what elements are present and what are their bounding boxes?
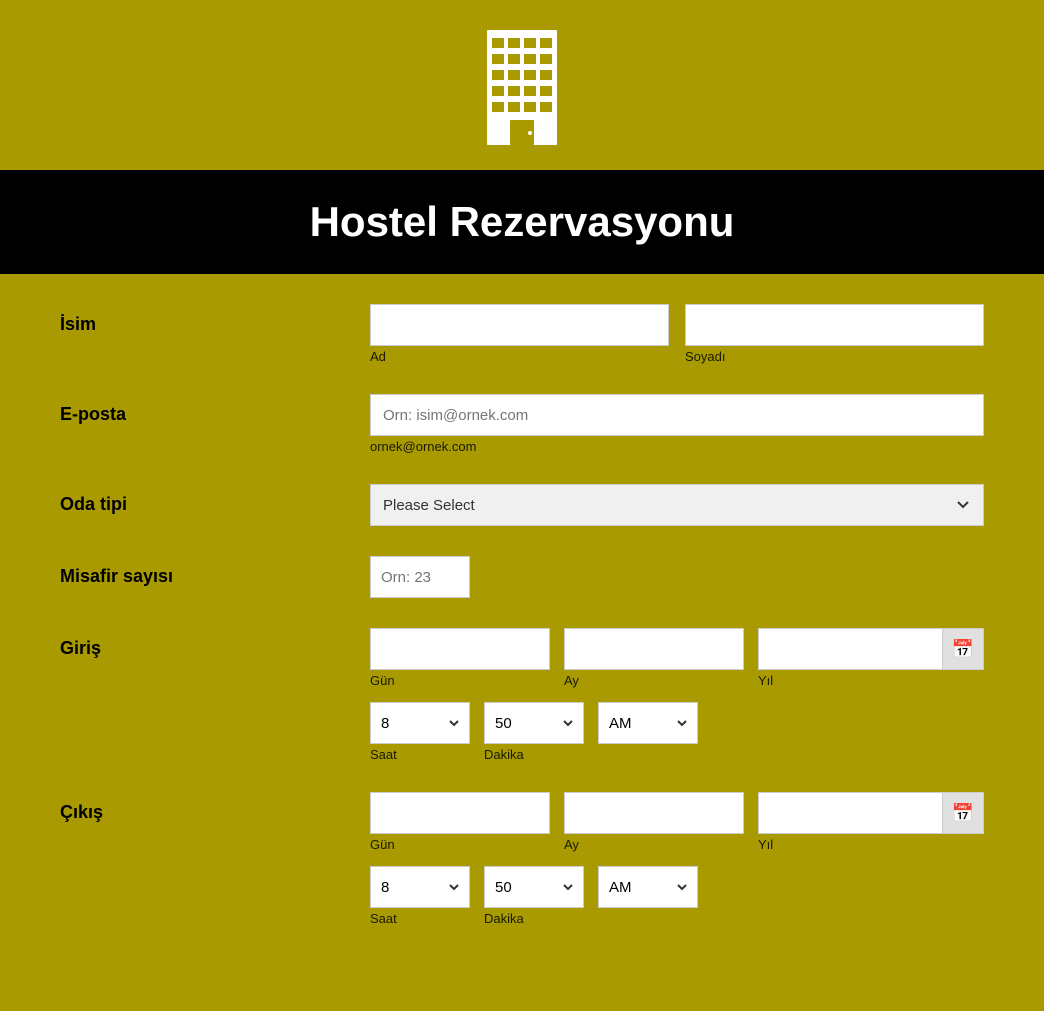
checkin-fields: 14 Gün 12 Ay 2023 📅 (370, 628, 984, 762)
last-name-hint: Soyadı (685, 349, 984, 364)
checkout-year-group: 2023 📅 Yıl (758, 792, 984, 852)
guest-count-label: Misafir sayısı (60, 556, 370, 587)
checkin-minute-hint: Dakika (484, 747, 584, 762)
checkin-minute-select[interactable]: 00051015 20253035 40455055 (484, 702, 584, 744)
checkout-fields: 14 Gün 12 Ay 2023 📅 (370, 792, 984, 926)
email-row: E-posta ornek@ornek.com (60, 394, 984, 454)
checkout-month-wrapper: 12 (564, 792, 744, 834)
checkin-year-wrapper: 2023 📅 (758, 628, 984, 670)
room-type-row: Oda tipi Please Select Single Room Doubl… (60, 484, 984, 526)
checkin-month-input[interactable]: 12 (564, 628, 744, 670)
checkout-minute-select[interactable]: 00051015 20253035 40455055 (484, 866, 584, 908)
page-title: Hostel Rezervasyonu (0, 198, 1044, 246)
title-bar: Hostel Rezervasyonu (0, 170, 1044, 274)
checkout-minute-hint: Dakika (484, 911, 584, 926)
checkout-day-wrapper: 14 (370, 792, 550, 834)
checkin-day-hint: Gün (370, 673, 550, 688)
checkout-day-input[interactable]: 14 (370, 792, 550, 834)
email-field-group: ornek@ornek.com (370, 394, 984, 454)
room-type-label: Oda tipi (60, 484, 370, 515)
checkout-month-hint: Ay (564, 837, 744, 852)
checkout-day-group: 14 Gün (370, 792, 550, 852)
checkout-time-fields: 1234 5678 9101112 Saat 00051015 20253035… (370, 866, 984, 926)
checkout-row: Çıkış 14 Gün 12 Ay 2023 (60, 792, 984, 926)
checkin-day-wrapper: 14 (370, 628, 550, 670)
email-fields: ornek@ornek.com (370, 394, 984, 454)
checkin-year-hint: Yıl (758, 673, 984, 688)
checkout-ampm-group: AM PM (598, 866, 698, 926)
checkout-year-wrapper: 2023 📅 (758, 792, 984, 834)
room-type-select[interactable]: Please Select Single Room Double Room Do… (370, 484, 984, 526)
email-hint: ornek@ornek.com (370, 439, 984, 454)
checkin-day-input[interactable]: 14 (370, 628, 550, 670)
checkout-label: Çıkış (60, 792, 370, 823)
checkin-day-group: 14 Gün (370, 628, 550, 688)
guest-count-input[interactable] (370, 556, 470, 598)
checkin-month-hint: Ay (564, 673, 744, 688)
building-icon (482, 20, 562, 150)
first-name-hint: Ad (370, 349, 669, 364)
checkin-minute-group: 00051015 20253035 40455055 Dakika (484, 702, 584, 762)
checkin-ampm-group: AM PM (598, 702, 698, 762)
header-logo-area (0, 0, 1044, 170)
checkout-ampm-select[interactable]: AM PM (598, 866, 698, 908)
checkout-calendar-icon: 📅 (952, 803, 974, 824)
guest-count-fields (370, 556, 984, 598)
checkin-calendar-icon: 📅 (952, 639, 974, 660)
checkout-minute-group: 00051015 20253035 40455055 Dakika (484, 866, 584, 926)
checkout-year-hint: Yıl (758, 837, 984, 852)
checkout-month-group: 12 Ay (564, 792, 744, 852)
last-name-group: Soyadı (685, 304, 984, 364)
checkout-hour-select[interactable]: 1234 5678 9101112 (370, 866, 470, 908)
name-label: İsim (60, 304, 370, 335)
checkout-hour-hint: Saat (370, 911, 470, 926)
room-type-fields: Please Select Single Room Double Room Do… (370, 484, 984, 526)
email-input[interactable] (370, 394, 984, 436)
last-name-input[interactable] (685, 304, 984, 346)
first-name-group: Ad (370, 304, 669, 364)
checkin-month-group: 12 Ay (564, 628, 744, 688)
form-area: İsim Ad Soyadı E-posta ornek@ornek.com (0, 274, 1044, 996)
checkin-year-group: 2023 📅 Yıl (758, 628, 984, 688)
email-label: E-posta (60, 394, 370, 425)
checkout-month-input[interactable]: 12 (564, 792, 744, 834)
checkin-ampm-select[interactable]: AM PM (598, 702, 698, 744)
name-row: İsim Ad Soyadı (60, 304, 984, 364)
name-fields: Ad Soyadı (370, 304, 984, 364)
checkin-hour-group: 1234 5678 9101112 Saat (370, 702, 470, 762)
checkin-calendar-button[interactable]: 📅 (942, 628, 984, 670)
checkout-date-fields: 14 Gün 12 Ay 2023 📅 (370, 792, 984, 852)
checkin-label: Giriş (60, 628, 370, 659)
first-name-input[interactable] (370, 304, 669, 346)
checkout-day-hint: Gün (370, 837, 550, 852)
checkin-month-wrapper: 12 (564, 628, 744, 670)
checkout-hour-group: 1234 5678 9101112 Saat (370, 866, 470, 926)
checkout-calendar-button[interactable]: 📅 (942, 792, 984, 834)
checkin-time-fields: 1234 5678 9101112 Saat 00051015 20253035… (370, 702, 984, 762)
checkin-row: Giriş 14 Gün 12 Ay 2023 (60, 628, 984, 762)
checkin-hour-select[interactable]: 1234 5678 9101112 (370, 702, 470, 744)
guest-count-row: Misafir sayısı (60, 556, 984, 598)
checkin-date-fields: 14 Gün 12 Ay 2023 📅 (370, 628, 984, 688)
checkin-hour-hint: Saat (370, 747, 470, 762)
